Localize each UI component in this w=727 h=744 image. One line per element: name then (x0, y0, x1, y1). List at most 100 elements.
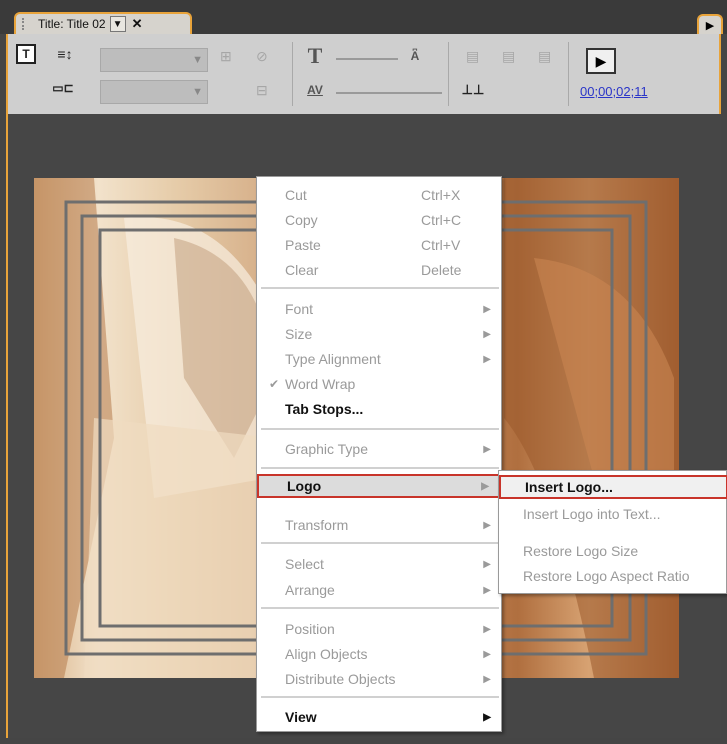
menu-item-tab-stops[interactable]: Tab Stops... (257, 397, 503, 421)
submenu-arrow-icon: ▶ (483, 353, 491, 365)
title-panel: Title: Title 02 ▼ ✕ ▶ T ≡↕ ▭⊏ ▼ ▼ ⊞ ⊘ ⊟ … (0, 0, 727, 744)
menu-item-label: Tab Stops... (285, 401, 364, 417)
submenu-arrow-icon: ▶ (483, 443, 491, 455)
menu-item-label: Insert Logo... (525, 479, 613, 495)
menu-item-distribute-objects[interactable]: Distribute Objects ▶ (257, 667, 503, 691)
menu-item-insert-logo-into-text[interactable]: Insert Logo into Text... (499, 502, 727, 526)
menu-separator (261, 542, 499, 544)
tab-menu-button[interactable]: ▼ (109, 16, 126, 32)
checkmark-icon: ✔ (269, 377, 280, 391)
menu-item-label: Position (285, 621, 335, 637)
menu-item-position[interactable]: Position ▶ (257, 617, 503, 641)
submenu-arrow-icon: ▶ (483, 519, 491, 531)
menu-item-label: Insert Logo into Text... (523, 506, 661, 522)
menu-item-restore-logo-aspect-ratio[interactable]: Restore Logo Aspect Ratio (499, 564, 727, 588)
chevron-down-icon: ▼ (192, 86, 203, 98)
toolbar-divider (292, 42, 293, 106)
kerning-slider[interactable] (336, 92, 442, 94)
aspect-icon: A͆ (410, 49, 420, 63)
menu-item-label: Distribute Objects (285, 671, 396, 687)
menu-item-view[interactable]: View ▶ (257, 705, 503, 729)
menu-item-label: View (285, 709, 317, 725)
submenu-arrow-icon: ▶ (483, 648, 491, 660)
menu-item-align-objects[interactable]: Align Objects ▶ (257, 642, 503, 666)
tab-title-label: Title: Title 02 (38, 17, 106, 31)
menu-separator (261, 428, 499, 430)
shortcut-label: Ctrl+X (421, 187, 461, 203)
menu-item-logo[interactable]: Logo ▶ (257, 474, 503, 498)
submenu-arrow-icon: ▶ (483, 558, 491, 570)
menu-separator (261, 607, 499, 609)
vertical-text-icon[interactable]: ≡↕ (54, 44, 76, 64)
kerning-icon: AV (307, 83, 323, 97)
menu-item-label: Transform (285, 517, 349, 533)
menu-item-copy[interactable]: Copy Ctrl+C (257, 208, 503, 232)
italic-icon[interactable]: ⊘ (256, 48, 268, 65)
shortcut-label: Ctrl+C (421, 212, 462, 228)
menu-item-graphic-type[interactable]: Graphic Type ▶ (257, 437, 503, 461)
align-right-icon[interactable]: ▤ (538, 48, 551, 65)
path-text-icon[interactable]: ▭⊏ (52, 78, 74, 98)
logo-submenu: Insert Logo... Insert Logo into Text... … (498, 470, 727, 594)
grip-icon[interactable] (22, 18, 34, 30)
submenu-arrow-icon: ▶ (483, 584, 491, 596)
menu-separator (261, 287, 499, 289)
menu-item-label: Size (285, 326, 313, 342)
menu-item-size[interactable]: Size ▶ (257, 322, 503, 346)
align-center-icon[interactable]: ▤ (502, 48, 515, 65)
underline-icon[interactable]: ⊟ (256, 82, 268, 99)
bold-icon[interactable]: ⊞ (220, 48, 232, 65)
font-size-slider[interactable] (336, 58, 398, 60)
menu-item-label: Cut (285, 187, 307, 203)
tab-stops-icon[interactable]: ⊥⊥ (462, 80, 485, 100)
menu-item-label: Align Objects (285, 646, 368, 662)
font-family-select[interactable]: ▼ (100, 48, 208, 72)
menu-item-label: Logo (287, 478, 322, 494)
menu-separator (261, 467, 499, 469)
menu-item-clear[interactable]: Clear Delete (257, 258, 503, 282)
submenu-arrow-icon: ▶ (483, 328, 491, 340)
menu-item-font[interactable]: Font ▶ (257, 297, 503, 321)
chevron-down-icon: ▼ (192, 54, 203, 66)
tab-title-02[interactable]: Title: Title 02 ▼ ✕ (14, 12, 192, 34)
menu-item-label: Font (285, 301, 314, 317)
menu-item-insert-logo[interactable]: Insert Logo... (499, 475, 727, 499)
toolbar-divider (448, 42, 449, 106)
type-tool-icon[interactable]: T (16, 44, 36, 64)
menu-item-arrange[interactable]: Arrange ▶ (257, 578, 503, 602)
shortcut-label: Delete (421, 262, 462, 278)
font-style-select[interactable]: ▼ (100, 80, 208, 104)
toolbar-divider (568, 42, 569, 106)
menu-item-type-alignment[interactable]: Type Alignment ▶ (257, 347, 503, 371)
menu-item-paste[interactable]: Paste Ctrl+V (257, 233, 503, 257)
menu-item-label: Restore Logo Size (523, 543, 639, 559)
menu-item-label: Graphic Type (285, 441, 369, 457)
submenu-arrow-icon: ▶ (483, 673, 491, 685)
timecode-display[interactable]: 00;00;02;11 (580, 84, 648, 99)
menu-item-select[interactable]: Select ▶ (257, 552, 503, 576)
panel-menu-button[interactable]: ▶ (697, 14, 723, 34)
menu-item-label: Restore Logo Aspect Ratio (523, 568, 690, 584)
shortcut-label: Ctrl+V (421, 237, 461, 253)
menu-item-cut[interactable]: Cut Ctrl+X (257, 183, 503, 207)
menu-item-restore-logo-size[interactable]: Restore Logo Size (499, 539, 727, 563)
menu-item-label: Clear (285, 262, 319, 278)
context-menu: Cut Ctrl+X Copy Ctrl+C Paste Ctrl+V Clear De… (256, 176, 503, 732)
menu-item-label: Select (285, 556, 324, 572)
menu-item-label: Word Wrap (285, 376, 356, 392)
font-size-icon: T (307, 43, 323, 68)
menu-item-label: Arrange (285, 582, 335, 598)
menu-item-word-wrap[interactable]: ✔ Word Wrap (257, 372, 503, 396)
submenu-arrow-icon: ▶ (483, 623, 491, 635)
menu-item-label: Paste (285, 237, 321, 253)
play-icon[interactable]: ▶ (586, 48, 616, 74)
panel-tab-bar: Title: Title 02 ▼ ✕ ▶ (0, 0, 727, 34)
title-toolbar: T ≡↕ ▭⊏ ▼ ▼ ⊞ ⊘ ⊟ T A͆ AV ▤ ▤ ▤ ⊥⊥ ▶ 00;… (6, 34, 721, 114)
submenu-arrow-icon: ▶ (483, 711, 491, 723)
menu-item-transform[interactable]: Transform ▶ (257, 513, 503, 537)
submenu-arrow-icon: ▶ (481, 480, 489, 492)
close-icon[interactable]: ✕ (132, 16, 143, 32)
menu-separator (261, 696, 499, 698)
align-left-icon[interactable]: ▤ (466, 48, 479, 65)
submenu-arrow-icon: ▶ (483, 303, 491, 315)
